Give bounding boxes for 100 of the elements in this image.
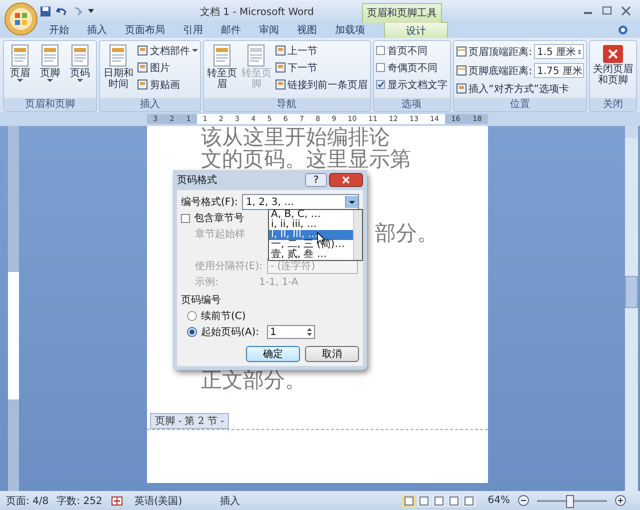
checkbox[interactable]: [376, 46, 385, 55]
section-title: 页码编号: [181, 294, 221, 307]
list-scrollbar[interactable]: [353, 210, 362, 260]
close-header-footer-button[interactable]: 关闭页眉和页脚: [592, 43, 634, 87]
window-title: 文档 1 - Microsoft Word: [200, 6, 314, 19]
ribbon-button[interactable]: 上一节: [274, 43, 368, 58]
page-count[interactable]: 页面: 4/8: [6, 494, 49, 508]
radio-label[interactable]: 起始页码(A):: [201, 325, 260, 339]
ribbon-tab[interactable]: 视图: [288, 22, 326, 38]
ribbon-button[interactable]: 页眉: [6, 43, 34, 83]
checkbox[interactable]: [376, 63, 385, 72]
save-icon[interactable]: [40, 6, 51, 16]
view-button[interactable]: [462, 494, 476, 506]
group-title: 关闭: [590, 98, 636, 111]
document-icon: [456, 83, 467, 94]
ribbon-button[interactable]: 转至页眉: [206, 43, 238, 91]
document-icon: [136, 45, 148, 56]
view-button[interactable]: [416, 494, 431, 506]
radio-label[interactable]: 续前节(C): [201, 309, 246, 323]
checkbox-label[interactable]: 显示文档文字: [388, 78, 448, 92]
number-format-dropdown[interactable]: 1, 2, 3, …: [242, 194, 359, 210]
field-label: 示例:: [195, 276, 220, 289]
group-title: 位置: [454, 98, 586, 111]
group-title: 插入: [100, 98, 200, 111]
view-button[interactable]: [446, 494, 461, 506]
footer-tag: 页脚 - 第 2 节 -: [150, 413, 230, 429]
group-title: 导航: [204, 98, 370, 111]
ribbon-button[interactable]: 文档部件: [136, 43, 198, 58]
document-icon: [9, 44, 31, 68]
spin-label: 页眉顶端距离:: [468, 46, 532, 58]
help-icon[interactable]: [618, 25, 628, 35]
ribbon-tab[interactable]: 加载项: [326, 22, 374, 38]
document-icon: [274, 62, 286, 73]
ribbon-tab[interactable]: 开始: [40, 22, 78, 38]
undo-icon[interactable]: [56, 6, 67, 16]
insert-mode[interactable]: 插入: [220, 494, 240, 508]
checkbox-label[interactable]: 首页不同: [388, 44, 428, 58]
field-label: 编号格式(F):: [181, 196, 238, 209]
ribbon-tab[interactable]: 插入: [78, 22, 116, 38]
close-button[interactable]: [329, 173, 363, 187]
ribbon-tab[interactable]: 页面布局: [116, 22, 174, 38]
group-title: 页眉和页脚: [4, 98, 96, 111]
zoom-out-icon[interactable]: [518, 495, 529, 506]
dropdown-option[interactable]: i, ii, iii, …: [269, 220, 353, 230]
language-indicator[interactable]: 英语(美国): [134, 494, 182, 508]
close-icon: [342, 176, 350, 184]
zoom-slider-thumb[interactable]: [566, 494, 574, 508]
ribbon-button[interactable]: 图片: [136, 60, 198, 75]
checkbox[interactable]: [376, 80, 385, 89]
zoom-level[interactable]: 64%: [488, 495, 510, 506]
spin-arrows-icon[interactable]: [307, 327, 312, 337]
radio-button[interactable]: [187, 311, 197, 321]
ribbon-tab[interactable]: 邮件: [212, 22, 250, 38]
spin-field[interactable]: 1.5 厘米: [534, 44, 584, 59]
document-text: 该从这里开始编排论: [201, 126, 390, 149]
ribbon-button[interactable]: 页码: [66, 43, 94, 83]
field-label: 使用分隔符(E):: [195, 260, 262, 273]
proofing-icon[interactable]: [110, 494, 124, 506]
document-icon: [245, 44, 268, 68]
spin-label: 页脚底端距离:: [468, 64, 532, 78]
word-count[interactable]: 字数: 252: [56, 494, 102, 508]
ribbon-button[interactable]: 下一节: [274, 60, 368, 75]
ribbon-tab[interactable]: 引用: [174, 22, 212, 38]
caret-icon[interactable]: [88, 8, 94, 14]
document-text: 正文部分。: [201, 368, 306, 392]
group-title: 选项: [374, 98, 450, 111]
view-button[interactable]: [432, 494, 446, 506]
document-icon: [136, 62, 148, 73]
ribbon-tab[interactable]: 设计: [384, 22, 448, 38]
ribbon-button[interactable]: 页脚: [36, 43, 64, 83]
zoom-in-icon[interactable]: [615, 495, 626, 506]
close-icon: [602, 44, 624, 64]
cancel-button[interactable]: 取消: [305, 346, 359, 362]
checkbox[interactable]: [181, 214, 190, 222]
document-icon: [136, 79, 148, 90]
radio-button[interactable]: [187, 327, 197, 337]
document-icon: [211, 44, 234, 68]
scrollbar[interactable]: [625, 126, 638, 491]
ribbon-button[interactable]: 日期和时间: [102, 43, 135, 91]
dialog-title: 页码格式: [177, 174, 217, 187]
ribbon-button[interactable]: 剪贴画: [136, 77, 198, 92]
document-icon: [69, 44, 91, 68]
view-button[interactable]: [402, 494, 416, 506]
dropdown-option[interactable]: A, B, C, …: [269, 210, 353, 220]
ok-button[interactable]: 确定: [246, 346, 300, 362]
ribbon-button[interactable]: 插入“对齐方式”选项卡: [456, 81, 584, 96]
help-button[interactable]: ?: [305, 173, 327, 187]
checkbox-label[interactable]: 奇偶页不同: [388, 60, 438, 74]
field-label: 章节起始样: [195, 228, 245, 241]
dropdown-option[interactable]: 壹, 贰, 叁 …: [269, 250, 353, 260]
document-icon: [274, 79, 286, 90]
example-value: 1-1, 1-A: [259, 276, 298, 288]
spin-field[interactable]: 1.75 厘米: [534, 63, 584, 78]
document-icon: [274, 45, 286, 56]
document-icon: [39, 44, 61, 68]
document-text: 部分。: [375, 221, 438, 245]
ribbon-tab[interactable]: 审阅: [250, 22, 288, 38]
checkbox-label[interactable]: 包含章节号: [194, 211, 244, 225]
start-page-field[interactable]: 1: [267, 325, 316, 339]
ribbon-button[interactable]: 链接到前一条页眉: [274, 77, 368, 92]
